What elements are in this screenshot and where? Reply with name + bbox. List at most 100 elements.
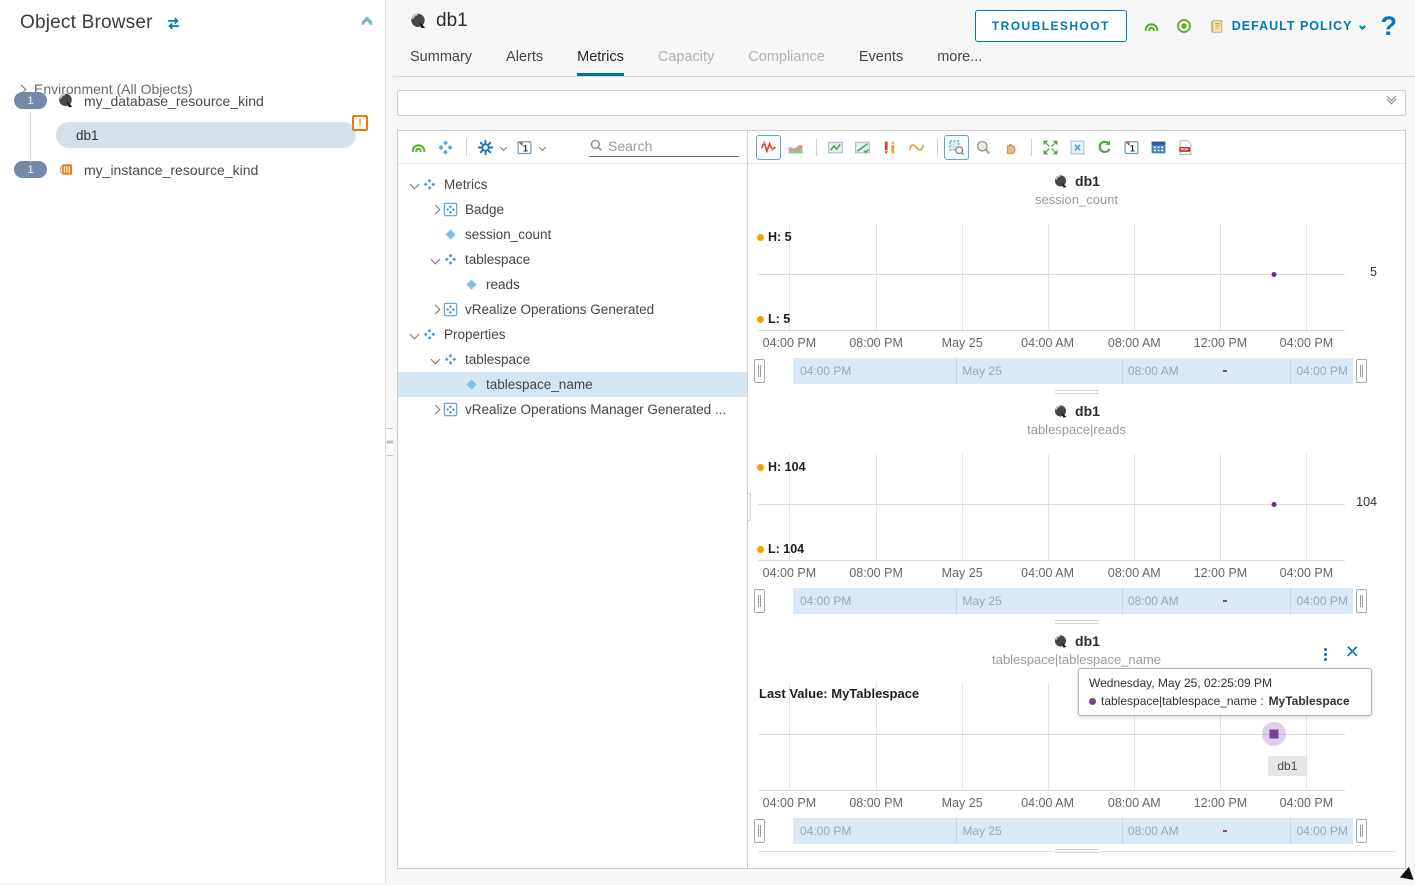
- slider-fill[interactable]: [793, 358, 1353, 384]
- slider-fill[interactable]: [793, 588, 1353, 614]
- tree-item-vrealize-operations-manager-generated-[interactable]: vRealize Operations Manager Generated ..…: [398, 397, 747, 422]
- metric-group-icon: [443, 352, 458, 367]
- x-tick-label: 08:00 AM: [1108, 336, 1161, 350]
- gear-button[interactable]: [473, 135, 498, 160]
- tab-compliance[interactable]: Compliance: [748, 42, 825, 76]
- tree-item-label: tablespace_name: [486, 377, 593, 392]
- sidebar-group-1[interactable]: 1my_instance_resource_kind: [14, 161, 258, 178]
- database-icon: [57, 92, 74, 109]
- gridline-mid: [758, 504, 1345, 505]
- gridline-vertical: [962, 684, 963, 790]
- tree-item-session_count[interactable]: session_count: [398, 222, 747, 247]
- pan-button[interactable]: [998, 135, 1023, 160]
- slider-label: 04:00 PM: [800, 594, 851, 608]
- chart-resize-grip[interactable]: [1055, 849, 1099, 853]
- data-point[interactable]: [1272, 272, 1277, 277]
- health-arc-icon[interactable]: [1143, 18, 1160, 35]
- data-point[interactable]: [1272, 502, 1277, 507]
- tab-capacity[interactable]: Capacity: [658, 42, 714, 76]
- anomalies-button[interactable]: [877, 135, 902, 160]
- time-range-slider: 04:00 PMMay 2508:00 AM04:00 PM: [754, 588, 1367, 614]
- tree-item-properties[interactable]: Properties: [398, 322, 747, 347]
- area-chart-icon: [787, 139, 804, 156]
- instance-icon: [57, 161, 74, 178]
- kebab-icon[interactable]: [1324, 648, 1327, 661]
- panel-splitter[interactable]: [748, 493, 751, 521]
- slider-handle-left[interactable]: [754, 359, 765, 383]
- slider-handle-left[interactable]: [754, 589, 765, 613]
- sync-icon[interactable]: [165, 15, 182, 32]
- calendar-button[interactable]: [1146, 135, 1171, 160]
- tree-item-reads[interactable]: reads: [398, 272, 747, 297]
- toolbar-separator: [466, 138, 467, 156]
- restore-button[interactable]: [1065, 135, 1090, 160]
- gridline-bottom: [758, 330, 1345, 331]
- tree-toggle[interactable]: [406, 331, 422, 338]
- metric-chart-icon: [760, 139, 777, 156]
- slider-handle-left[interactable]: [754, 819, 765, 843]
- refresh-button[interactable]: [1092, 135, 1117, 160]
- metric-diamond-button[interactable]: [433, 135, 458, 160]
- tree-toggle[interactable]: [406, 181, 422, 188]
- tree-toggle[interactable]: [427, 306, 443, 313]
- tree-item-metrics[interactable]: Metrics: [398, 172, 747, 197]
- search-input[interactable]: [608, 138, 726, 154]
- green-status-icon[interactable]: [1176, 18, 1192, 34]
- tab-alerts[interactable]: Alerts: [506, 42, 543, 76]
- slider-handle-right[interactable]: [1356, 819, 1367, 843]
- close-icon[interactable]: ×: [1346, 640, 1359, 663]
- tree-item-tablespace_name[interactable]: tablespace_name: [398, 372, 747, 397]
- area-chart-button[interactable]: [783, 135, 808, 160]
- header-actions: TROUBLESHOOT DEFAULT POLICY ?: [975, 10, 1397, 42]
- tab-summary[interactable]: Summary: [410, 42, 472, 76]
- date-picker-button[interactable]: 1: [1119, 135, 1144, 160]
- data-point-marker[interactable]: [1270, 730, 1279, 739]
- tree-toggle[interactable]: [427, 206, 443, 213]
- slider-fill[interactable]: [793, 818, 1353, 844]
- help-button[interactable]: ?: [1381, 13, 1398, 40]
- export-pdf-button[interactable]: PDF: [1173, 135, 1198, 160]
- chevron-down-icon[interactable]: [539, 143, 546, 150]
- high-value-label: H: 104: [757, 460, 806, 474]
- tree-toggle[interactable]: [427, 406, 443, 413]
- filter-bar[interactable]: [397, 90, 1406, 116]
- tree-item-vrealize-operations-generated[interactable]: vRealize Operations Generated: [398, 297, 747, 322]
- metric-chart-1: db1tablespace|readsH: 104L: 10410404:00 …: [748, 394, 1405, 619]
- metric-chart-button[interactable]: [756, 135, 781, 160]
- sync-icon[interactable]: [165, 15, 182, 32]
- zoom-selection-button[interactable]: [944, 135, 969, 160]
- tree-item-label: vRealize Operations Manager Generated ..…: [465, 402, 726, 417]
- tab-events[interactable]: Events: [859, 42, 903, 76]
- trend-line-button[interactable]: [823, 135, 848, 160]
- tree-item-tablespace[interactable]: tablespace: [398, 347, 747, 372]
- sidebar-group-0[interactable]: 1my_database_resource_kind: [14, 92, 264, 109]
- tree-toggle[interactable]: [427, 256, 443, 263]
- policy-selector[interactable]: DEFAULT POLICY: [1208, 18, 1365, 35]
- date-1-button[interactable]: 1: [512, 135, 537, 160]
- slider-handle-right[interactable]: [1356, 359, 1367, 383]
- dynamic-threshold-button[interactable]: [904, 135, 929, 160]
- x-tick-label: 12:00 PM: [1194, 566, 1248, 580]
- x-tick-label: May 25: [942, 566, 983, 580]
- health-arc-icon: [1143, 18, 1160, 35]
- slider-handle-right[interactable]: [1356, 589, 1367, 613]
- maximize-button[interactable]: [1038, 135, 1063, 160]
- low-dot-icon: [757, 546, 764, 553]
- gridline-bottom: [758, 560, 1345, 561]
- trend-forecast-button[interactable]: [850, 135, 875, 160]
- tree-toggle[interactable]: [427, 356, 443, 363]
- zoom-button[interactable]: [971, 135, 996, 160]
- double-chevron-down-icon[interactable]: [1388, 95, 1395, 101]
- slider-preview-point: [1223, 830, 1227, 832]
- selected-object-pill[interactable]: db1!: [56, 122, 356, 148]
- troubleshoot-button[interactable]: TROUBLESHOOT: [975, 10, 1127, 42]
- health-arc-button[interactable]: [406, 135, 431, 160]
- chevron-down-icon[interactable]: [500, 143, 507, 150]
- date-1-icon: 1: [516, 139, 533, 156]
- tree-item-badge[interactable]: Badge: [398, 197, 747, 222]
- tab-metrics[interactable]: Metrics: [577, 42, 624, 76]
- tab-more[interactable]: more...: [937, 42, 982, 76]
- gridline-vertical: [876, 454, 877, 560]
- tree-item-tablespace[interactable]: tablespace: [398, 247, 747, 272]
- double-chevron-up-icon[interactable]: [363, 21, 371, 25]
